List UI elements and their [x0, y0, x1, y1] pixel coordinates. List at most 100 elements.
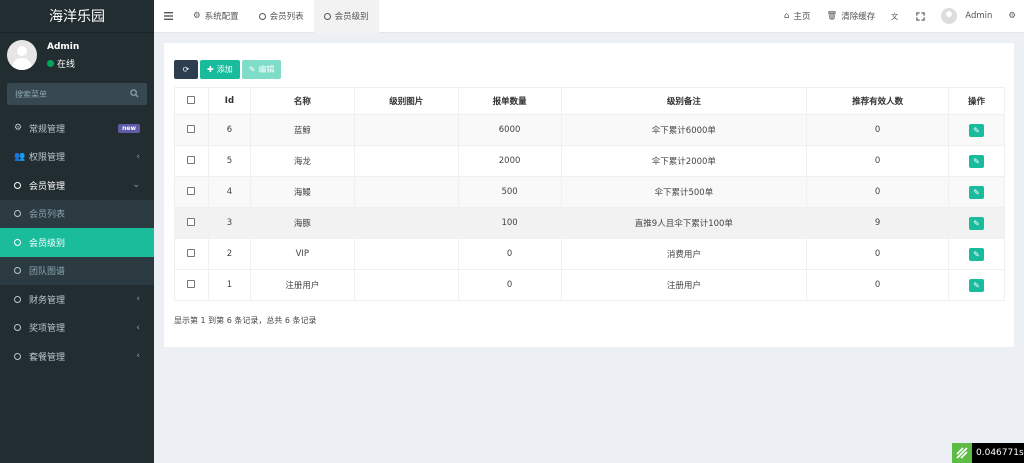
sidebar-item-team-map[interactable]: 团队图谱 — [0, 256, 154, 285]
pagination-info: 显示第 1 到第 6 条记录，总共 6 条记录 — [174, 316, 317, 325]
user-menu[interactable]: Admin — [933, 0, 1000, 33]
row-checkbox[interactable] — [174, 145, 209, 177]
cell-qty: 2000 — [457, 145, 562, 177]
debug-timer[interactable]: 0.046771s — [952, 443, 1024, 463]
circle-icon — [14, 295, 26, 303]
sidebar-item-general[interactable]: ⚙ 常规管理 new — [0, 114, 154, 143]
row-edit-button[interactable]: ✎ — [948, 238, 1005, 270]
pencil-icon[interactable]: ✎ — [969, 123, 984, 137]
cell-name: 蓝鲸 — [249, 114, 355, 146]
tab-member-level[interactable]: 会员级别 — [313, 0, 379, 33]
row-checkbox[interactable] — [174, 269, 209, 301]
sidebar-item-member-list[interactable]: 会员列表 — [0, 199, 154, 228]
translate-icon[interactable]: 文 — [883, 0, 908, 33]
table-header-row: Id 名称 级别图片 报单数量 级别备注 推荐有效人数 操作 — [174, 87, 1005, 115]
table-row[interactable]: 2 VIP 0 消费用户 0 ✎ — [174, 238, 1005, 270]
search-icon[interactable] — [130, 88, 139, 100]
group-icon: 👥 — [14, 151, 26, 162]
table-row[interactable]: 4 海鳗 500 伞下累计500单 0 ✎ — [174, 176, 1005, 208]
cell-id: 4 — [207, 176, 251, 208]
home-link[interactable]: ⌂ 主页 — [776, 0, 818, 33]
table-row[interactable]: 1 注册用户 0 注册用户 0 ✎ — [174, 269, 1005, 301]
column-header: 操作 — [948, 87, 1005, 115]
chevron-left-icon: ‹ — [136, 151, 140, 162]
clear-cache-button[interactable]: 🗑 清除缓存 — [818, 0, 883, 33]
cell-id: 2 — [207, 238, 251, 270]
table-row[interactable]: 3 海豚 100 直推9人且伞下累计100单 9 ✎ — [174, 207, 1005, 239]
column-header[interactable]: 名称 — [249, 87, 355, 115]
search-input[interactable]: 搜索菜单 — [7, 83, 147, 105]
cell-qty: 0 — [457, 238, 562, 270]
circle-icon — [14, 324, 26, 332]
cell-image — [353, 207, 459, 239]
home-icon: ⌂ — [784, 11, 790, 21]
sidebar-item-finance[interactable]: 财务管理 ‹ — [0, 285, 154, 314]
chevron-left-icon: ‹ — [136, 294, 140, 305]
cell-image — [353, 145, 459, 177]
top-navbar: ⚙ 系统配置 会员列表 会员级别 ⌂ 主页 🗑 清除缓存 文 Admin ⚙ — [154, 0, 1024, 33]
hamburger-menu-icon[interactable] — [154, 0, 183, 33]
user-name: Admin — [47, 42, 80, 52]
sidebar-item-awards[interactable]: 奖项管理 ‹ — [0, 314, 154, 343]
sidebar-item-permission[interactable]: 👥 权限管理 ‹ — [0, 143, 154, 172]
row-edit-button[interactable]: ✎ — [948, 145, 1005, 177]
row-checkbox[interactable] — [174, 207, 209, 239]
column-header[interactable]: 报单数量 — [457, 87, 562, 115]
cell-image — [353, 114, 459, 146]
trash-icon: 🗑 — [826, 11, 838, 21]
circle-icon — [14, 352, 26, 360]
gear-icon: ⚙ — [193, 11, 201, 21]
tab-member-list[interactable]: 会员列表 — [249, 0, 314, 33]
table-row[interactable]: 6 蓝鲸 6000 伞下累计6000单 0 ✎ — [174, 114, 1005, 146]
sidebar-item-member-level[interactable]: 会员级别 — [0, 228, 154, 257]
refresh-button[interactable]: ⟳ — [174, 60, 198, 79]
edit-button[interactable]: ✎ 编辑 — [241, 60, 282, 79]
debug-logo-icon — [952, 443, 972, 463]
cell-qty: 100 — [457, 207, 562, 239]
cell-note: 注册用户 — [560, 269, 808, 301]
cell-id: 3 — [207, 207, 251, 239]
fullscreen-icon[interactable] — [908, 0, 933, 33]
sidebar: 海洋乐园 Admin 在线 搜索菜单 ⚙ 常规管理 new 👥 权限管理 ‹ 会… — [0, 0, 154, 463]
row-edit-button[interactable]: ✎ — [948, 176, 1005, 208]
circle-icon — [14, 238, 26, 246]
new-badge: new — [118, 123, 140, 133]
row-edit-button[interactable]: ✎ — [948, 114, 1005, 146]
gears-icon: ⚙ — [14, 123, 23, 134]
row-checkbox[interactable] — [174, 176, 209, 208]
column-header[interactable]: 推荐有效人数 — [806, 87, 950, 115]
settings-gears-icon[interactable]: ⚙ — [1000, 0, 1024, 33]
pencil-icon[interactable]: ✎ — [969, 247, 984, 261]
cell-qty: 6000 — [457, 114, 562, 146]
cell-refs: 0 — [806, 238, 950, 270]
table-row[interactable]: 5 海龙 2000 伞下累计2000单 0 ✎ — [174, 145, 1005, 177]
tab-system-config[interactable]: ⚙ 系统配置 — [183, 0, 249, 33]
select-all-checkbox[interactable] — [174, 87, 209, 115]
cell-name: 海龙 — [249, 145, 355, 177]
column-header[interactable]: 级别备注 — [560, 87, 808, 115]
cell-note: 消费用户 — [560, 238, 808, 270]
pencil-icon[interactable]: ✎ — [969, 278, 984, 292]
column-header[interactable]: 级别图片 — [353, 87, 459, 115]
pencil-icon[interactable]: ✎ — [969, 216, 984, 230]
row-checkbox[interactable] — [174, 114, 209, 146]
sidebar-item-packages[interactable]: 套餐管理 ‹ — [0, 342, 154, 371]
pencil-icon[interactable]: ✎ — [969, 185, 984, 199]
cell-id: 5 — [207, 145, 251, 177]
cell-qty: 500 — [457, 176, 562, 208]
pencil-icon[interactable]: ✎ — [969, 154, 984, 168]
app-logo[interactable]: 海洋乐园 — [0, 0, 154, 33]
pencil-icon: ✎ — [248, 65, 256, 74]
cell-image — [353, 176, 459, 208]
column-header[interactable]: Id — [207, 87, 251, 115]
cell-name: VIP — [249, 238, 355, 270]
row-checkbox[interactable] — [174, 238, 209, 270]
cell-id: 1 — [207, 269, 251, 301]
row-edit-button[interactable]: ✎ — [948, 207, 1005, 239]
sidebar-item-members[interactable]: 会员管理 ⌄ — [0, 171, 154, 200]
row-edit-button[interactable]: ✎ — [948, 269, 1005, 301]
add-button[interactable]: ✚ 添加 — [200, 60, 240, 79]
chevron-down-icon: ⌄ — [132, 180, 140, 191]
circle-icon — [258, 12, 266, 20]
chevron-left-icon: ‹ — [136, 322, 140, 333]
